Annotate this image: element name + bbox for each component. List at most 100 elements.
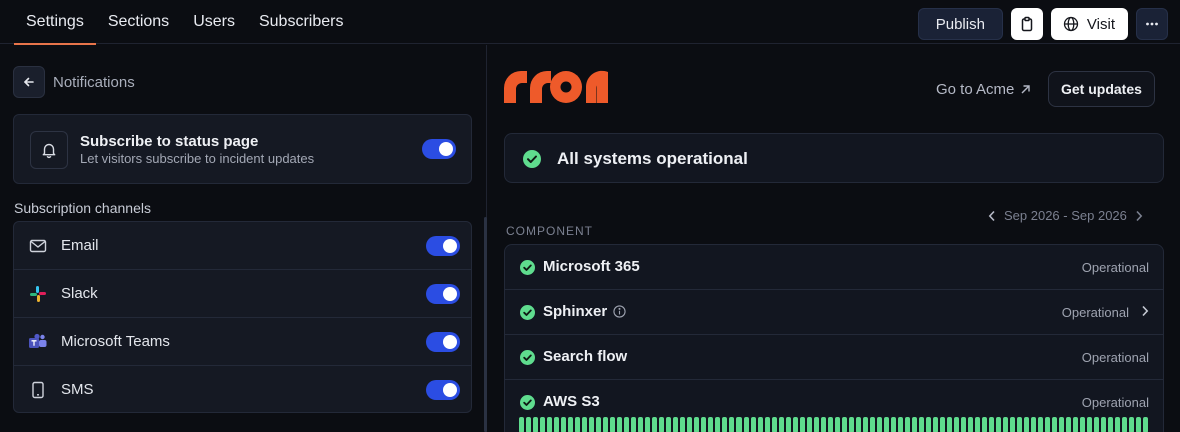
uptime-bar-segment[interactable] [869, 417, 875, 432]
uptime-bar-segment[interactable] [736, 417, 742, 432]
uptime-bar-segment[interactable] [855, 417, 861, 432]
uptime-bar-segment[interactable] [1136, 417, 1142, 432]
clipboard-button[interactable] [1010, 8, 1043, 40]
uptime-bar-segment[interactable] [806, 417, 812, 432]
uptime-bar-segment[interactable] [694, 417, 700, 432]
uptime-bar-segment[interactable] [596, 417, 602, 432]
uptime-bar-segment[interactable] [925, 417, 931, 432]
uptime-bar-segment[interactable] [932, 417, 938, 432]
more-options-button[interactable] [1136, 8, 1168, 40]
uptime-bar-segment[interactable] [568, 417, 574, 432]
teams-toggle[interactable] [426, 332, 460, 352]
uptime-bar-segment[interactable] [666, 417, 672, 432]
uptime-bar-segment[interactable] [848, 417, 854, 432]
uptime-bar-segment[interactable] [841, 417, 847, 432]
uptime-bar-segment[interactable] [1045, 417, 1051, 432]
uptime-bar-segment[interactable] [673, 417, 679, 432]
uptime-bar-segment[interactable] [750, 417, 756, 432]
component-row[interactable]: Sphinxer Operational [505, 290, 1163, 335]
uptime-bar-segment[interactable] [1080, 417, 1086, 432]
uptime-bar-segment[interactable] [960, 417, 966, 432]
uptime-bar-segment[interactable] [918, 417, 924, 432]
uptime-bar-segment[interactable] [687, 417, 693, 432]
uptime-bar-segment[interactable] [1017, 417, 1023, 432]
uptime-bar-segment[interactable] [1024, 417, 1030, 432]
uptime-bar-segment[interactable] [799, 417, 805, 432]
uptime-bar-segment[interactable] [876, 417, 882, 432]
uptime-bar-segment[interactable] [1038, 417, 1044, 432]
uptime-bar-segment[interactable] [968, 417, 974, 432]
uptime-bar-segment[interactable] [652, 417, 658, 432]
sms-toggle[interactable] [426, 380, 460, 400]
chevron-right-icon[interactable] [1135, 210, 1143, 222]
uptime-bar-segment[interactable] [603, 417, 609, 432]
uptime-bar-segment[interactable] [610, 417, 616, 432]
uptime-bar-segment[interactable] [1052, 417, 1058, 432]
uptime-bar-segment[interactable] [778, 417, 784, 432]
uptime-bar-segment[interactable] [589, 417, 595, 432]
uptime-bar-segment[interactable] [701, 417, 707, 432]
uptime-bar-segment[interactable] [1087, 417, 1093, 432]
uptime-bar-segment[interactable] [1031, 417, 1037, 432]
uptime-bar-segment[interactable] [785, 417, 791, 432]
uptime-bar-segment[interactable] [764, 417, 770, 432]
tab-subscribers[interactable]: Subscribers [247, 0, 355, 44]
uptime-bar-segment[interactable] [1066, 417, 1072, 432]
uptime-bar-segment[interactable] [1010, 417, 1016, 432]
uptime-bar-segment[interactable] [820, 417, 826, 432]
uptime-bar-segment[interactable] [575, 417, 581, 432]
uptime-bar-segment[interactable] [533, 417, 539, 432]
visit-button[interactable]: Visit [1050, 8, 1128, 40]
uptime-bar-segment[interactable] [1101, 417, 1107, 432]
uptime-bar-segment[interactable] [743, 417, 749, 432]
info-icon[interactable] [613, 305, 626, 318]
uptime-bar-segment[interactable] [1059, 417, 1065, 432]
uptime-bar-segment[interactable] [708, 417, 714, 432]
uptime-bar-segment[interactable] [561, 417, 567, 432]
uptime-bar-segment[interactable] [862, 417, 868, 432]
uptime-bar-segment[interactable] [982, 417, 988, 432]
uptime-bar-segment[interactable] [1073, 417, 1079, 432]
uptime-bar-segment[interactable] [526, 417, 532, 432]
subscribe-toggle[interactable] [422, 139, 456, 159]
back-button[interactable] [13, 66, 45, 98]
uptime-bar-segment[interactable] [1143, 417, 1149, 432]
uptime-bar-segment[interactable] [904, 417, 910, 432]
slack-toggle[interactable] [426, 284, 460, 304]
uptime-bar-segment[interactable] [771, 417, 777, 432]
uptime-bar-segment[interactable] [1003, 417, 1009, 432]
get-updates-button[interactable]: Get updates [1048, 71, 1155, 107]
uptime-bar-segment[interactable] [659, 417, 665, 432]
uptime-bar-segment[interactable] [911, 417, 917, 432]
email-toggle[interactable] [426, 236, 460, 256]
uptime-bar-segment[interactable] [1129, 417, 1135, 432]
tab-users[interactable]: Users [181, 0, 247, 44]
uptime-bar-segment[interactable] [946, 417, 952, 432]
chevron-left-icon[interactable] [988, 210, 996, 222]
uptime-bar-segment[interactable] [680, 417, 686, 432]
uptime-bar-segment[interactable] [715, 417, 721, 432]
uptime-bar-segment[interactable] [792, 417, 798, 432]
uptime-bar-segment[interactable] [975, 417, 981, 432]
goto-link[interactable]: Go to Acme [936, 81, 1031, 98]
publish-button[interactable]: Publish [917, 8, 1003, 40]
uptime-bar-segment[interactable] [953, 417, 959, 432]
uptime-bar-segment[interactable] [617, 417, 623, 432]
uptime-bar-segment[interactable] [582, 417, 588, 432]
uptime-bar-segment[interactable] [540, 417, 546, 432]
uptime-bar-segment[interactable] [1122, 417, 1128, 432]
uptime-bar-segment[interactable] [554, 417, 560, 432]
chevron-right-icon[interactable] [1141, 305, 1149, 317]
tab-settings[interactable]: Settings [14, 0, 96, 45]
uptime-bar-segment[interactable] [757, 417, 763, 432]
uptime-bar-segment[interactable] [729, 417, 735, 432]
uptime-bar-segment[interactable] [638, 417, 644, 432]
uptime-bar-segment[interactable] [883, 417, 889, 432]
uptime-bar-segment[interactable] [834, 417, 840, 432]
uptime-bar-segment[interactable] [989, 417, 995, 432]
uptime-bar-segment[interactable] [897, 417, 903, 432]
uptime-bar-segment[interactable] [1115, 417, 1121, 432]
component-row[interactable]: Microsoft 365 Operational [505, 245, 1163, 290]
uptime-bar-segment[interactable] [631, 417, 637, 432]
uptime-bar-segment[interactable] [645, 417, 651, 432]
